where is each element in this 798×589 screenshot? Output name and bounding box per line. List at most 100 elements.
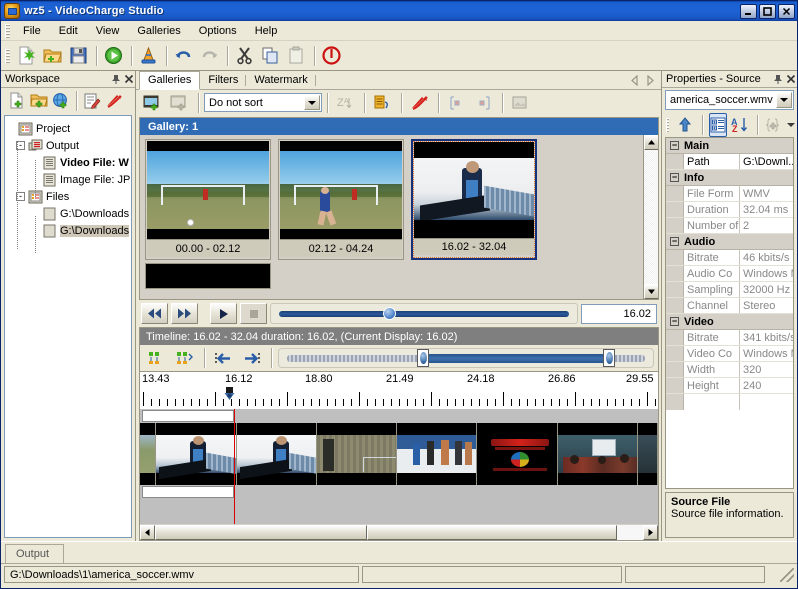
group-expander[interactable]: − xyxy=(670,237,679,246)
sort-za-icon[interactable]: Z A xyxy=(333,91,358,115)
timeline-ruler[interactable]: 13.43 16.12 18.80 21.49 24.18 26.86 29.5… xyxy=(140,371,658,409)
property-row[interactable]: Video Co Windows Me xyxy=(666,346,793,362)
tab-filters[interactable]: Filters xyxy=(200,72,247,89)
resize-grip[interactable] xyxy=(780,567,794,582)
range-start-handle[interactable] xyxy=(417,349,430,367)
property-group-header[interactable]: − Video xyxy=(666,314,793,330)
gallery-thumbnail-selected[interactable]: 16.02 - 32.04 xyxy=(411,139,537,260)
tree-item-project[interactable]: Project xyxy=(8,120,131,137)
gallery-scrollbar[interactable] xyxy=(643,135,658,299)
hscroll-thumb-2[interactable] xyxy=(367,524,617,540)
stop-button[interactable] xyxy=(240,303,267,324)
wizard-hat-icon[interactable] xyxy=(136,44,161,68)
property-row[interactable]: Channel Stereo xyxy=(666,298,793,314)
filmstrip-frame[interactable] xyxy=(316,423,398,485)
timeline-range-slider[interactable] xyxy=(278,348,654,368)
hscroll-track[interactable] xyxy=(155,524,643,540)
stop-red-icon[interactable] xyxy=(319,44,344,68)
chevron-down-icon[interactable] xyxy=(304,95,320,110)
filmstrip[interactable] xyxy=(140,409,658,524)
properties-list-icon[interactable] xyxy=(370,91,395,115)
property-row[interactable]: Path G:\Downl... xyxy=(666,154,793,170)
up-arrow-blue-icon[interactable] xyxy=(675,113,695,137)
close-button[interactable] xyxy=(778,3,795,19)
open-folder-icon[interactable] xyxy=(40,44,65,68)
play-green-icon[interactable] xyxy=(101,44,126,68)
delete-arrow-icon[interactable] xyxy=(103,90,125,112)
property-group-header[interactable]: − Audio xyxy=(666,234,793,250)
play-button[interactable] xyxy=(210,303,237,324)
properties-toolbar-grip[interactable] xyxy=(666,117,669,132)
property-group-header[interactable]: − Info xyxy=(666,170,793,186)
edit-icon[interactable] xyxy=(81,90,103,112)
filmstrip-frame[interactable] xyxy=(156,423,237,485)
tab-output[interactable]: Output xyxy=(5,544,65,563)
next-frame-button[interactable] xyxy=(171,303,198,324)
toolbar-grip[interactable] xyxy=(5,48,10,63)
property-row[interactable]: Sampling 32000 Hz xyxy=(666,282,793,298)
filmstrip-frame[interactable] xyxy=(557,423,638,485)
menu-options[interactable]: Options xyxy=(190,23,246,39)
add-file-icon[interactable] xyxy=(6,90,28,112)
group-expander[interactable]: − xyxy=(670,173,679,182)
undo-icon[interactable] xyxy=(171,44,196,68)
property-value[interactable]: G:\Downl... xyxy=(740,154,793,169)
property-row[interactable]: Audio Co Windows Me xyxy=(666,266,793,282)
jump-end-icon[interactable] xyxy=(239,346,264,370)
tree-item-video-file[interactable]: Video File: W xyxy=(8,154,131,171)
scroll-down-button[interactable] xyxy=(644,284,658,299)
gallery-thumbnail[interactable]: 02.12 - 04.24 xyxy=(278,139,404,260)
property-row[interactable]: Number of 2 xyxy=(666,218,793,234)
project-tree[interactable]: Project - Output Video File: W Image Fil… xyxy=(4,115,132,538)
property-row[interactable]: Bitrate 46 kbits/s xyxy=(666,250,793,266)
menu-grip[interactable] xyxy=(5,23,10,38)
property-row[interactable]: Bitrate 341 kbits/s xyxy=(666,330,793,346)
alpha-sort-icon[interactable]: A Z xyxy=(730,113,750,137)
gallery-thumbnail[interactable]: 00.00 - 02.12 xyxy=(145,139,271,260)
range-end-handle[interactable] xyxy=(603,349,616,367)
menu-edit[interactable]: Edit xyxy=(50,23,87,39)
filmstrip-frame[interactable] xyxy=(637,423,658,485)
property-row[interactable]: File Form WMV xyxy=(666,186,793,202)
set-start-icon[interactable] xyxy=(444,91,469,115)
pin-icon[interactable] xyxy=(771,73,784,86)
dropdown-arrow-icon[interactable] xyxy=(786,113,796,137)
add-property-icon[interactable] xyxy=(763,113,783,137)
delete-red-arrow-icon[interactable] xyxy=(407,91,432,115)
menu-file[interactable]: File xyxy=(14,23,50,39)
filmstrip-frame[interactable] xyxy=(397,423,478,485)
tree-item-image-file[interactable]: Image File: JP xyxy=(8,171,131,188)
property-row[interactable]: Duration 32.04 ms xyxy=(666,202,793,218)
save-icon[interactable] xyxy=(66,44,91,68)
minimize-button[interactable] xyxy=(740,3,757,19)
pin-icon[interactable] xyxy=(109,73,122,86)
close-icon[interactable] xyxy=(122,73,135,86)
tab-watermark[interactable]: Watermark xyxy=(246,72,316,89)
maximize-button[interactable] xyxy=(759,3,776,19)
image-export-icon[interactable] xyxy=(508,91,533,115)
copy-icon[interactable] xyxy=(258,44,283,68)
filmstrip-frame[interactable] xyxy=(236,423,317,485)
add-folder-icon[interactable] xyxy=(28,90,50,112)
menu-galleries[interactable]: Galleries xyxy=(128,23,189,39)
set-end-icon[interactable] xyxy=(471,91,496,115)
position-value[interactable]: 16.02 xyxy=(581,303,657,324)
properties-grid[interactable]: − Main Path G:\Downl... − Info File Form… xyxy=(665,137,794,489)
tree-item-files[interactable]: - Files xyxy=(8,188,131,205)
slider-handle[interactable] xyxy=(383,307,397,320)
tree-item-file-2[interactable]: G:\Downloads xyxy=(8,222,131,239)
tab-galleries[interactable]: Galleries xyxy=(139,71,201,90)
property-group-header[interactable]: − Main xyxy=(666,138,793,154)
playhead-marker[interactable] xyxy=(224,387,235,400)
source-combo[interactable]: america_soccer.wmv xyxy=(665,90,794,110)
timeline-playhead[interactable] xyxy=(234,409,235,524)
prev-frame-button[interactable] xyxy=(141,303,168,324)
gallery-body[interactable]: 00.00 - 02.12 02.12 - 04.24 16.02 - 32.0… xyxy=(140,135,658,299)
timeline-hscrollbar[interactable] xyxy=(139,524,659,541)
scroll-left-button[interactable] xyxy=(140,524,155,540)
position-slider[interactable] xyxy=(270,303,578,324)
property-row[interactable]: Height 240 xyxy=(666,378,793,394)
jump-start-icon[interactable] xyxy=(211,346,236,370)
tree-item-output[interactable]: - Output xyxy=(8,137,131,154)
close-icon[interactable] xyxy=(784,73,797,86)
